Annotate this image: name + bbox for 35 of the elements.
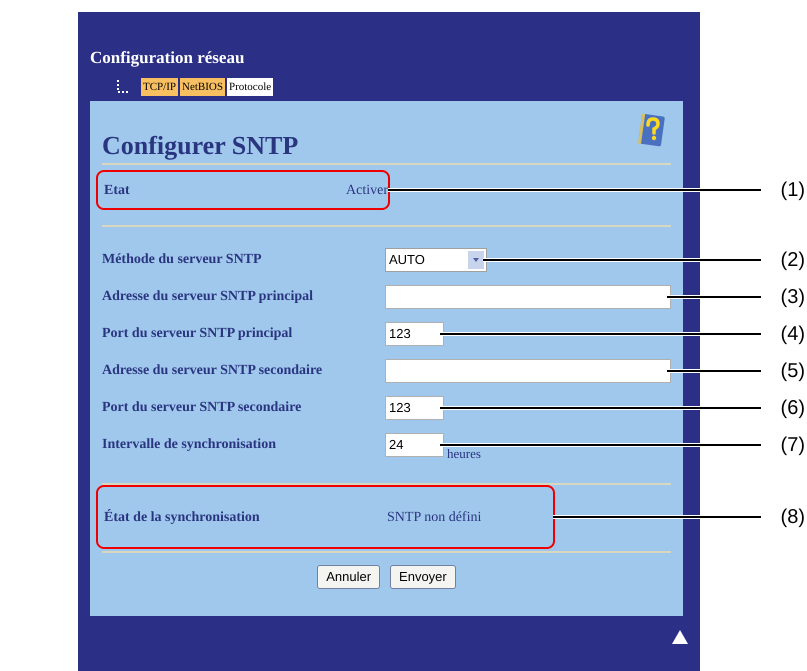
input-field[interactable]: 24 [385, 432, 444, 456]
callout-number: (5) [780, 360, 805, 380]
form-button[interactable]: Annuler [317, 565, 380, 589]
input-field[interactable] [385, 284, 671, 308]
callout-number: (7) [780, 434, 805, 454]
field-label: Adresse du serveur SNTP secondaire [102, 362, 324, 380]
input-field[interactable]: 123 [385, 396, 444, 420]
field-label: Adresse du serveur SNTP principal [102, 288, 314, 306]
nav-tab[interactable]: Protocole [226, 78, 274, 96]
field-label: Méthode du serveur SNTP [102, 251, 263, 269]
callout-number: (8) [780, 507, 805, 527]
input-field[interactable] [385, 358, 671, 382]
field-value: Activer [346, 182, 388, 200]
field-label: État de la synchronisation [104, 508, 261, 526]
input-field[interactable]: 123 [385, 322, 444, 346]
method-select[interactable]: AUTO [385, 248, 487, 272]
field-label: Port du serveur SNTP principal [102, 325, 294, 343]
callout-number: (6) [780, 398, 805, 418]
unit-label: heures [447, 447, 481, 460]
field-label: Port du serveur SNTP secondaire [102, 399, 302, 417]
callout-number: (2) [780, 250, 805, 270]
field-value: SNTP non défini [387, 508, 482, 526]
page-title: Configuration réseau [90, 48, 246, 68]
form-button[interactable]: Envoyer [390, 565, 456, 589]
callout-number: (4) [780, 324, 805, 344]
section-heading: Configurer SNTP [102, 130, 298, 161]
help-book-icon[interactable] [637, 113, 665, 147]
scroll-top-triangle-icon[interactable] [672, 630, 688, 644]
tree-connector-icon [116, 80, 130, 94]
callout-number: (1) [780, 180, 805, 200]
field-label: Etat [104, 182, 131, 200]
callout-number: (3) [780, 286, 805, 306]
nav-tab[interactable]: NetBIOS [180, 78, 225, 96]
field-label: Intervalle de synchronisation [102, 436, 277, 454]
nav-tab[interactable]: TCP/IP [141, 78, 178, 96]
